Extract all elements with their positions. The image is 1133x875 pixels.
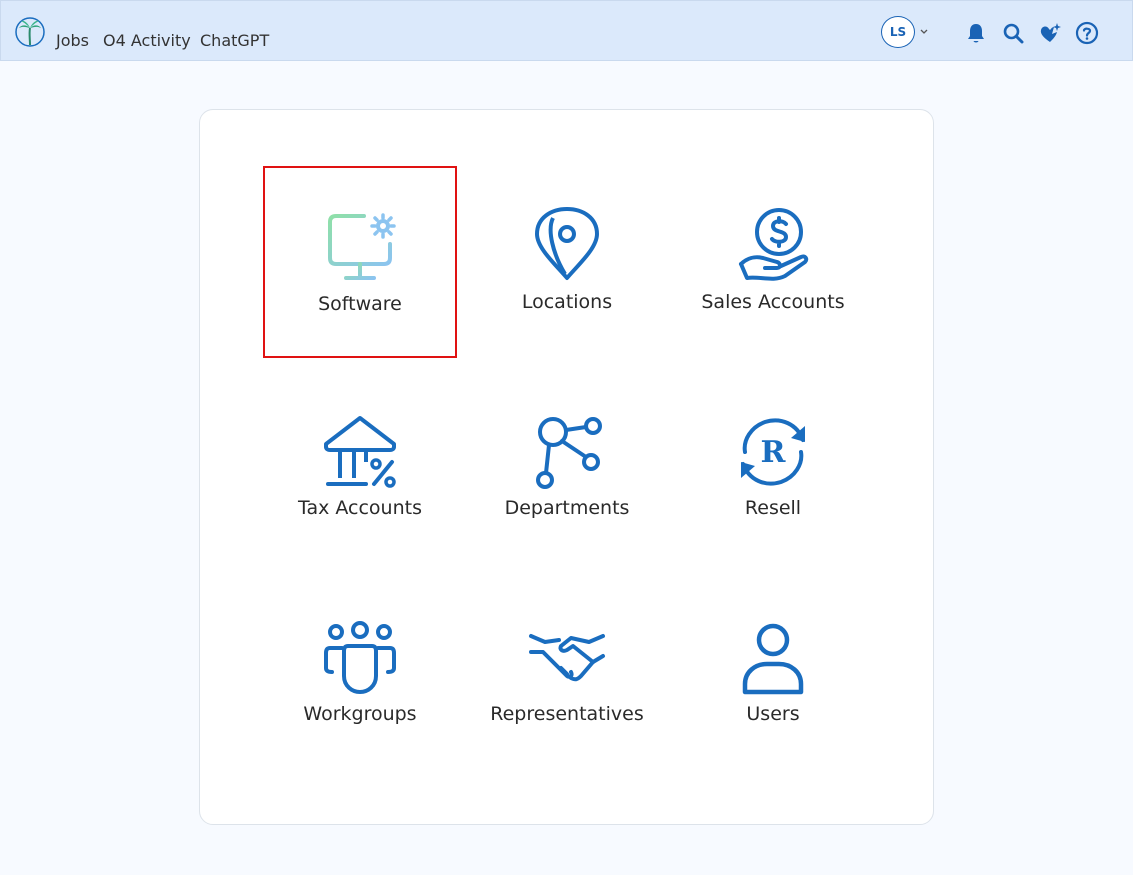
help-icon[interactable] <box>1075 21 1099 45</box>
avatar[interactable]: LS <box>881 16 915 48</box>
tile-label: Representatives <box>490 703 644 725</box>
tile-label: Sales Accounts <box>701 291 845 313</box>
nav-o4-activity[interactable]: O4 Activity <box>103 31 191 50</box>
search-icon[interactable] <box>1001 21 1025 45</box>
refresh-r-icon: R <box>741 418 805 486</box>
bank-percent-icon <box>324 416 396 488</box>
tile-label: Departments <box>504 497 630 519</box>
tile-label: Software <box>318 293 402 315</box>
branch-nodes-icon <box>536 417 602 489</box>
tile-users[interactable]: Users <box>676 578 870 770</box>
tile-label: Tax Accounts <box>297 497 422 519</box>
tile-sales-accounts[interactable]: Sales Accounts <box>676 166 870 358</box>
nav-jobs[interactable]: Jobs <box>56 31 89 50</box>
tile-tax-accounts[interactable]: Tax Accounts <box>263 372 457 564</box>
monitor-gear-icon <box>328 213 396 280</box>
top-bar: Jobs O4 Activity ChatGPT LS <box>0 0 1133 61</box>
settings-card: Software Locations Sales Accounts Tax Ac… <box>199 109 934 825</box>
tile-label: Users <box>746 703 800 725</box>
group-icon <box>324 621 396 695</box>
tile-label: Resell <box>744 497 802 519</box>
map-pin-icon <box>535 207 599 280</box>
tile-locations[interactable]: Locations <box>470 166 664 358</box>
handshake-icon <box>529 634 605 682</box>
tile-label: Locations <box>521 291 613 313</box>
nav-chatgpt[interactable]: ChatGPT <box>200 31 269 50</box>
tile-departments[interactable]: Departments <box>470 372 664 564</box>
palm-tree-logo-icon[interactable] <box>14 15 46 49</box>
svg-text:R: R <box>761 435 787 470</box>
tile-representatives[interactable]: Representatives <box>470 578 664 770</box>
user-icon <box>742 623 804 695</box>
bell-icon[interactable] <box>964 21 988 45</box>
tile-software[interactable]: Software <box>263 166 457 358</box>
tile-label: Workgroups <box>303 703 417 725</box>
chevron-down-icon[interactable] <box>919 28 929 36</box>
tile-workgroups[interactable]: Workgroups <box>263 578 457 770</box>
sparkle-heart-icon[interactable] <box>1038 21 1062 45</box>
tile-resell[interactable]: R Resell <box>676 372 870 564</box>
hand-dollar-icon <box>739 208 809 281</box>
